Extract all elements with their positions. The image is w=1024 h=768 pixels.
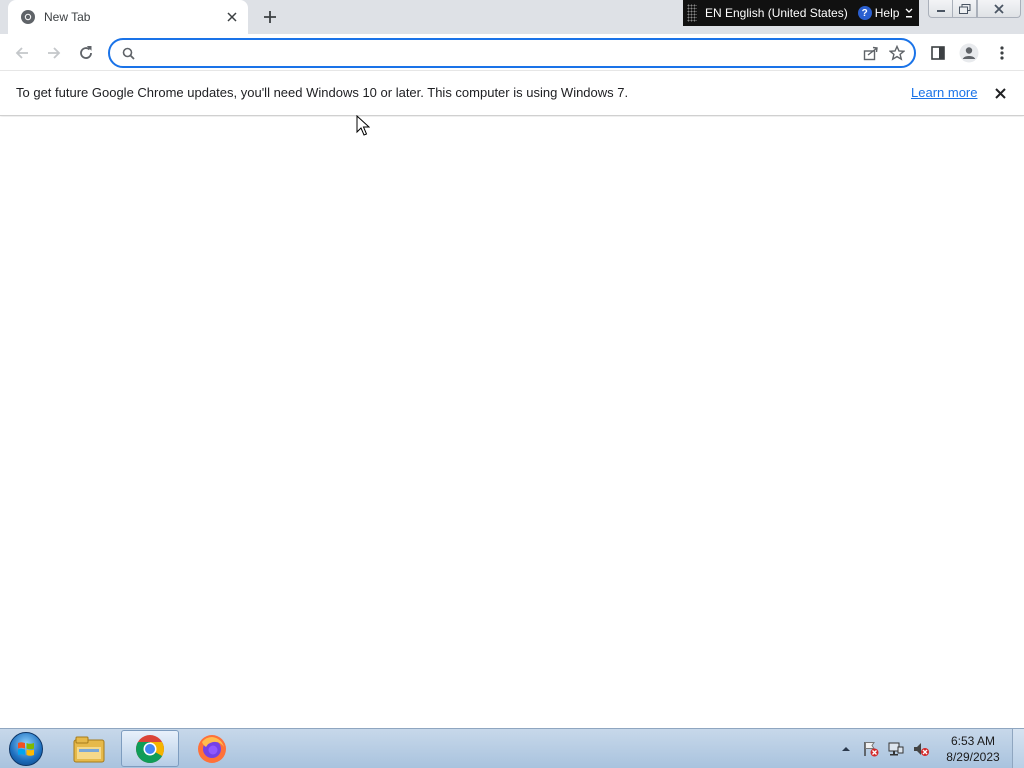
system-clock[interactable]: 6:53 AM 8/29/2023 [942,733,1004,765]
side-panel-icon [931,46,945,60]
system-tray: 6:53 AM 8/29/2023 [832,729,1024,768]
page-content [0,117,1024,728]
new-tab-button[interactable] [258,5,282,29]
clock-date: 8/29/2023 [946,750,1000,764]
profile-button[interactable] [955,39,983,67]
language-bar-options-icon[interactable] [905,6,913,20]
help-icon: ? [857,6,872,20]
reload-icon [80,46,92,59]
search-icon [120,45,136,61]
restore-button[interactable] [952,0,977,18]
start-button[interactable] [6,731,46,767]
taskbar-explorer[interactable] [60,730,118,767]
side-panel-button[interactable] [924,39,952,67]
network-icon[interactable] [885,738,907,760]
back-arrow-icon [15,47,28,59]
taskbar-firefox[interactable] [183,730,241,767]
show-desktop-button[interactable] [1012,729,1024,768]
profile-icon [959,43,979,63]
firefox-icon [198,734,226,763]
help-button[interactable]: ? Help [857,6,900,20]
chrome-menu-button[interactable] [988,39,1016,67]
grip-handle-icon[interactable] [687,4,697,22]
update-infobar: To get future Google Chrome updates, you… [0,71,1024,116]
folder-icon [73,736,105,762]
window-close-button[interactable] [977,0,1021,18]
taskbar-chrome[interactable] [121,730,179,767]
clock-time: 6:53 AM [950,734,996,748]
browser-toolbar [0,34,1024,71]
action-center-flag-icon[interactable] [860,738,882,760]
forward-arrow-icon [48,47,61,59]
input-language-selector[interactable]: EN English (United States) [705,6,848,20]
volume-muted-icon[interactable] [910,738,932,760]
bookmark-star-icon[interactable] [884,40,910,66]
back-button[interactable] [8,39,36,67]
tab-close-icon[interactable] [222,7,242,27]
reload-button[interactable] [72,39,100,67]
address-bar[interactable] [108,38,916,68]
tab-new-tab[interactable]: New Tab [8,0,248,34]
kebab-menu-icon [1000,46,1004,60]
chrome-icon [136,734,164,763]
learn-more-link[interactable]: Learn more [911,85,977,100]
tab-title: New Tab [44,10,91,24]
help-label: Help [874,6,900,20]
windows-logo-icon [9,732,43,766]
address-input[interactable] [144,41,858,65]
forward-button[interactable] [40,39,68,67]
mouse-cursor-icon [356,115,370,136]
taskbar: 6:53 AM 8/29/2023 [0,728,1024,768]
chrome-favicon-icon [20,9,36,25]
infobar-close-icon[interactable] [990,83,1010,103]
language-bar: EN English (United States) ? Help [683,0,919,26]
infobar-message: To get future Google Chrome updates, you… [16,85,629,100]
share-icon[interactable] [858,40,884,66]
minimize-button[interactable] [928,0,953,18]
show-hidden-icons-icon[interactable] [835,738,857,760]
